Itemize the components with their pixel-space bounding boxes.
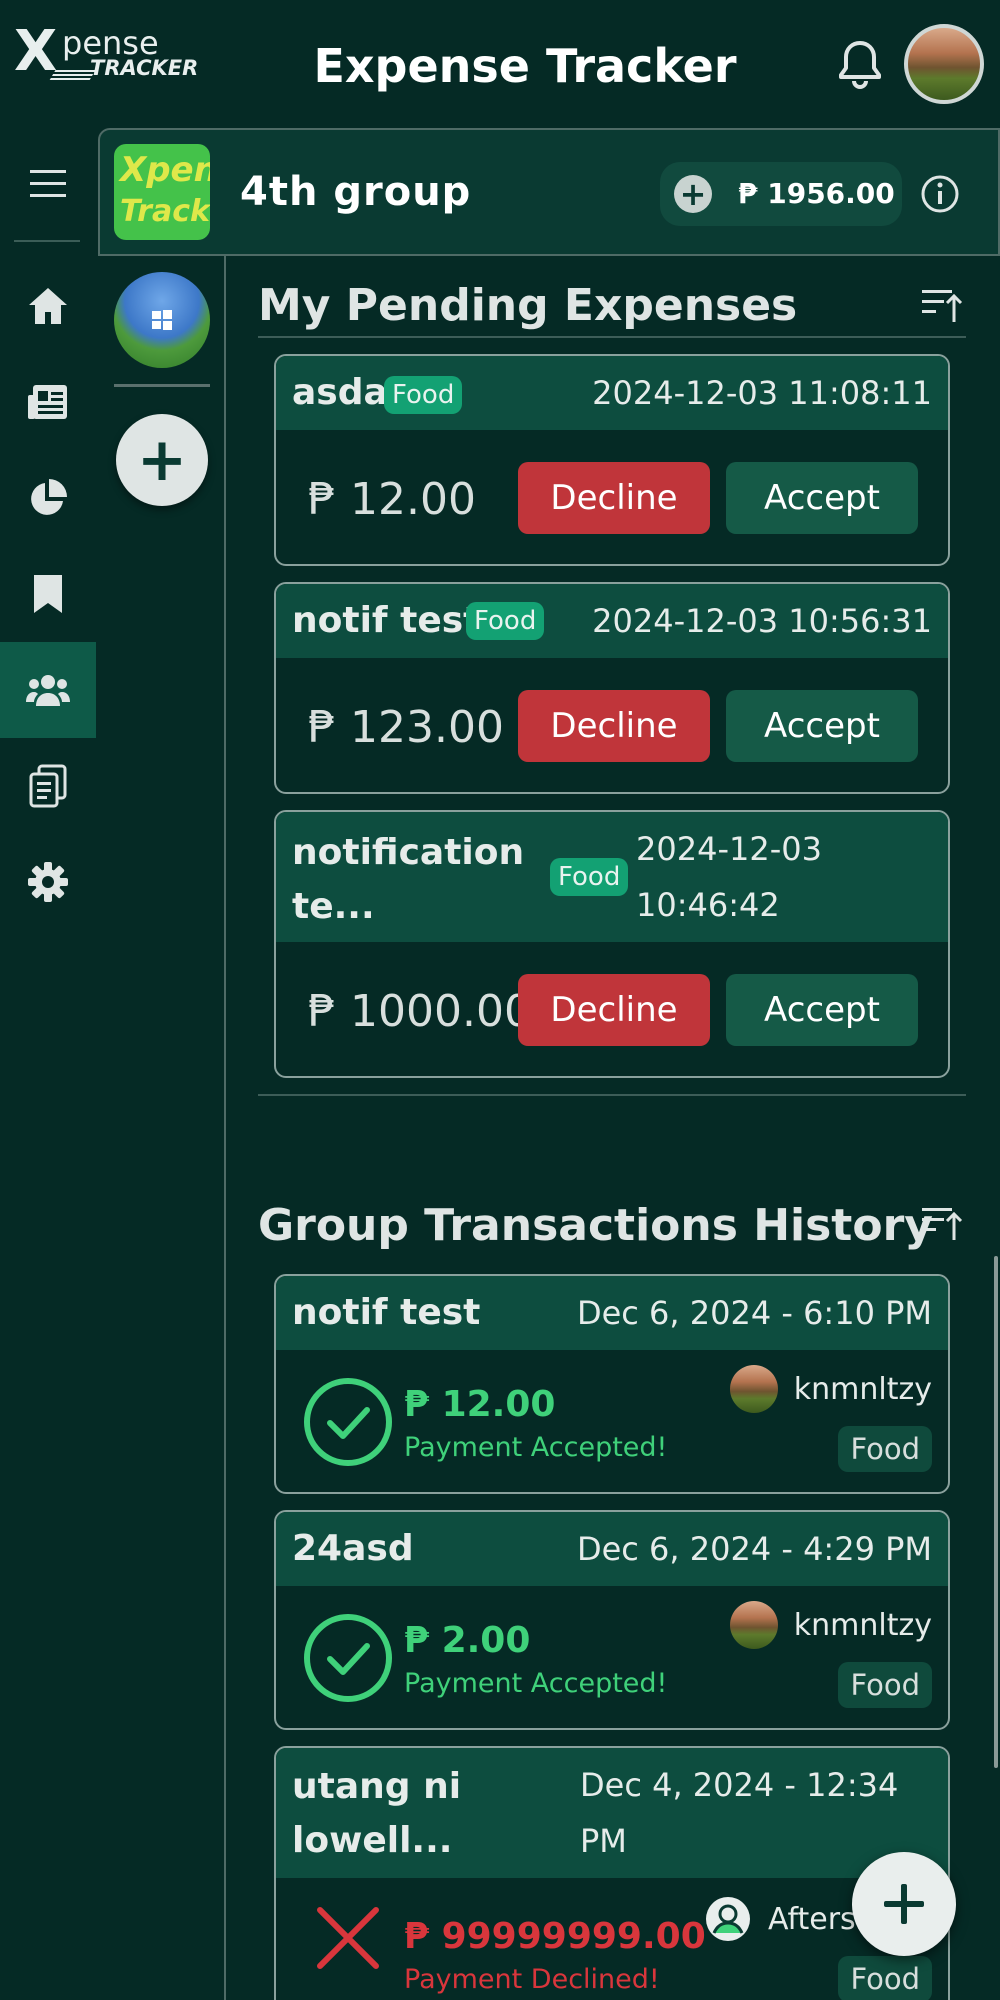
nav-home-icon[interactable]	[0, 258, 96, 354]
nav-divider	[14, 240, 80, 242]
windows-logo-icon	[152, 310, 172, 330]
group-balance-amount: ₱ 1956.00	[738, 177, 895, 210]
transaction-card-header: notif test Dec 6, 2024 - 6:10 PM	[276, 1276, 948, 1350]
pending-card-header: asda Food 2024-12-03 11:08:11	[276, 356, 948, 430]
category-tag: Food	[550, 858, 629, 896]
transaction-card-header: 24asd Dec 6, 2024 - 4:29 PM	[276, 1512, 948, 1586]
transaction-amount: ₱ 2.00	[404, 1620, 531, 1661]
group-name: 4th group	[240, 169, 472, 215]
groups-divider	[114, 384, 210, 387]
pending-title-divider	[258, 336, 966, 338]
side-nav	[0, 128, 96, 2000]
pending-expenses-title: My Pending Expenses	[258, 280, 798, 331]
transaction-status: Payment Accepted!	[404, 1668, 668, 1699]
category-tag: Food	[466, 602, 545, 640]
accept-button[interactable]: Accept	[726, 974, 918, 1046]
group-balance-pill[interactable]: + ₱ 1956.00	[660, 162, 902, 226]
accept-button[interactable]: Accept	[726, 462, 918, 534]
transaction-status: Payment Accepted!	[404, 1432, 668, 1463]
history-sort-icon[interactable]	[920, 1200, 964, 1244]
user-avatar-small	[729, 1365, 778, 1413]
app-header: X pense TRACKER Expense Tracker	[0, 0, 1000, 128]
pending-card-title: asda	[292, 372, 388, 413]
add-balance-plus-icon[interactable]: +	[674, 175, 712, 213]
transaction-date: Dec 6, 2024 - 4:29 PM	[576, 1530, 932, 1568]
pending-card-date-line1: 2024-12-03	[636, 830, 822, 868]
transaction-user: knmnltzy	[729, 1600, 932, 1650]
group-logo-line1: Xpen	[120, 150, 210, 190]
check-circle-icon	[302, 1376, 394, 1468]
transaction-user-name: knmnltzy	[793, 1371, 932, 1407]
nav-newspaper-icon[interactable]	[0, 354, 96, 450]
transaction-date-line2: PM	[580, 1822, 627, 1860]
transaction-amount: ₱ 99999999.00	[404, 1916, 706, 1957]
pending-expense-card: asda Food 2024-12-03 11:08:11 ₱ 12.00 De…	[274, 354, 950, 566]
nav-bookmark-icon[interactable]	[0, 546, 96, 642]
pending-sort-icon[interactable]	[920, 282, 964, 326]
transactions-history-title: Group Transactions History	[258, 1200, 933, 1251]
transaction-status: Payment Declined!	[404, 1964, 660, 1995]
transaction-date: Dec 6, 2024 - 6:10 PM	[576, 1294, 932, 1332]
transaction-date-line1: Dec 4, 2024 - 12:34	[580, 1766, 899, 1804]
pending-card-header: notif test Food 2024-12-03 10:56:31	[276, 584, 948, 658]
transaction-category-tag: Food	[838, 1426, 932, 1472]
pending-card-header: notification te... Food 2024-12-03 10:46…	[276, 812, 948, 942]
transaction-user: knmnltzy	[729, 1364, 932, 1414]
user-avatar[interactable]	[904, 24, 984, 104]
pending-card-amount: ₱ 12.00	[308, 474, 476, 525]
accept-button[interactable]: Accept	[726, 690, 918, 762]
nav-users-icon[interactable]	[0, 642, 96, 738]
nav-pie-chart-icon[interactable]	[0, 450, 96, 546]
transaction-amount: ₱ 12.00	[404, 1384, 556, 1425]
default-user-icon	[706, 1897, 750, 1941]
transaction-category-tag: Food	[838, 1956, 932, 2000]
pending-card-title: notif test	[292, 600, 481, 641]
notification-bell-icon[interactable]	[836, 38, 884, 90]
pending-card-amount: ₱ 123.00	[308, 702, 504, 753]
transaction-title-line1: utang ni	[292, 1766, 462, 1807]
check-circle-icon	[302, 1612, 394, 1704]
group-logo: Xpen Tracke	[114, 144, 210, 240]
decline-button[interactable]: Decline	[518, 974, 710, 1046]
pending-card-date-line2: 10:46:42	[636, 886, 780, 924]
transaction-card: notif test Dec 6, 2024 - 6:10 PM ₱ 12.00…	[274, 1274, 950, 1494]
group-avatar[interactable]	[114, 272, 210, 368]
groups-column: +	[98, 256, 226, 2000]
group-header-bar: Xpen Tracke 4th group + ₱ 1956.00	[98, 128, 1000, 256]
pending-card-title-line1: notification	[292, 832, 525, 873]
transaction-category-tag: Food	[838, 1662, 932, 1708]
transaction-title: notif test	[292, 1292, 481, 1333]
transaction-card: 24asd Dec 6, 2024 - 4:29 PM ₱ 2.00 Payme…	[274, 1510, 950, 1730]
menu-hamburger-icon[interactable]	[0, 136, 96, 232]
user-avatar-small	[729, 1601, 778, 1649]
decline-button[interactable]: Decline	[518, 462, 710, 534]
transaction-user-name: knmnltzy	[793, 1607, 932, 1643]
transaction-card-header: utang ni lowell... Dec 4, 2024 - 12:34 P…	[276, 1748, 948, 1878]
add-expense-fab[interactable]	[852, 1852, 956, 1956]
pending-card-date: 2024-12-03 11:08:11	[592, 374, 932, 412]
pending-card-date: 2024-12-03 10:56:31	[592, 602, 932, 640]
add-group-button[interactable]: +	[116, 414, 208, 506]
category-tag: Food	[384, 376, 463, 414]
history-scrollbar[interactable]	[994, 1256, 998, 1768]
transaction-card: utang ni lowell... Dec 4, 2024 - 12:34 P…	[274, 1746, 950, 2000]
pending-section-bottom-divider	[258, 1094, 966, 1096]
pending-card-amount: ₱ 1000.00	[308, 986, 532, 1037]
nav-clipboard-icon[interactable]	[0, 738, 96, 834]
decline-button[interactable]: Decline	[518, 690, 710, 762]
group-info-icon[interactable]	[920, 174, 960, 214]
transaction-title-line2: lowell...	[292, 1820, 453, 1861]
pending-card-title-line2: te...	[292, 886, 375, 927]
cross-icon	[312, 1902, 384, 1974]
transaction-title: 24asd	[292, 1528, 414, 1569]
group-logo-line2: Tracke	[120, 194, 210, 229]
plus-icon	[884, 1884, 924, 1924]
pending-expense-card: notification te... Food 2024-12-03 10:46…	[274, 810, 950, 1078]
pending-expense-card: notif test Food 2024-12-03 10:56:31 ₱ 12…	[274, 582, 950, 794]
nav-gear-icon[interactable]	[0, 834, 96, 930]
